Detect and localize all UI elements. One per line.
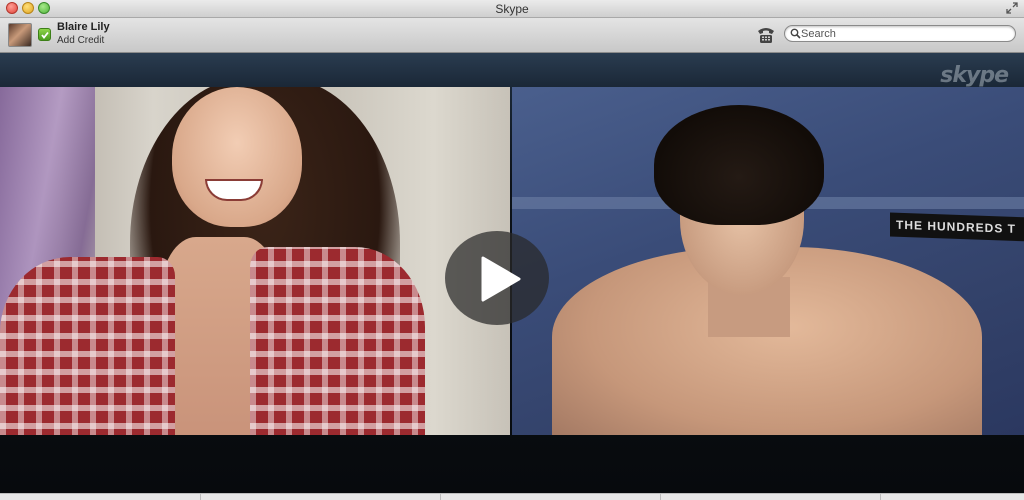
check-icon — [41, 31, 49, 39]
wall-banner: THE HUNDREDS T — [890, 212, 1024, 242]
bottom-strip — [0, 493, 1024, 500]
plaid-shirt-right — [250, 247, 425, 435]
person-hair — [654, 105, 824, 225]
status-online-icon[interactable] — [38, 28, 51, 41]
person-face — [172, 87, 302, 227]
add-credit-link[interactable]: Add Credit — [57, 35, 104, 46]
search-icon — [790, 28, 801, 39]
phone-icon[interactable] — [756, 26, 776, 44]
window-title: Skype — [495, 2, 529, 16]
play-button[interactable] — [445, 231, 549, 325]
plaid-shirt-left — [0, 257, 175, 435]
title-bar: Skype — [0, 0, 1024, 18]
remote-video-left[interactable] — [0, 87, 510, 435]
fullscreen-icon[interactable] — [1006, 2, 1018, 14]
search-field[interactable] — [784, 25, 1016, 42]
call-area: skype THE HUNDREDS T — [0, 53, 1024, 493]
skype-watermark-logo: skype — [940, 63, 1009, 88]
play-icon — [481, 256, 521, 302]
skype-window: Skype Blaire Lily Add Credit Search skyp… — [0, 0, 1024, 500]
search-input[interactable] — [801, 26, 1001, 41]
remote-video-right[interactable]: THE HUNDREDS T — [512, 87, 1024, 435]
toolbar: Blaire Lily Add Credit — [0, 18, 1024, 53]
avatar[interactable] — [8, 23, 32, 47]
account-name[interactable]: Blaire Lily — [57, 21, 110, 33]
